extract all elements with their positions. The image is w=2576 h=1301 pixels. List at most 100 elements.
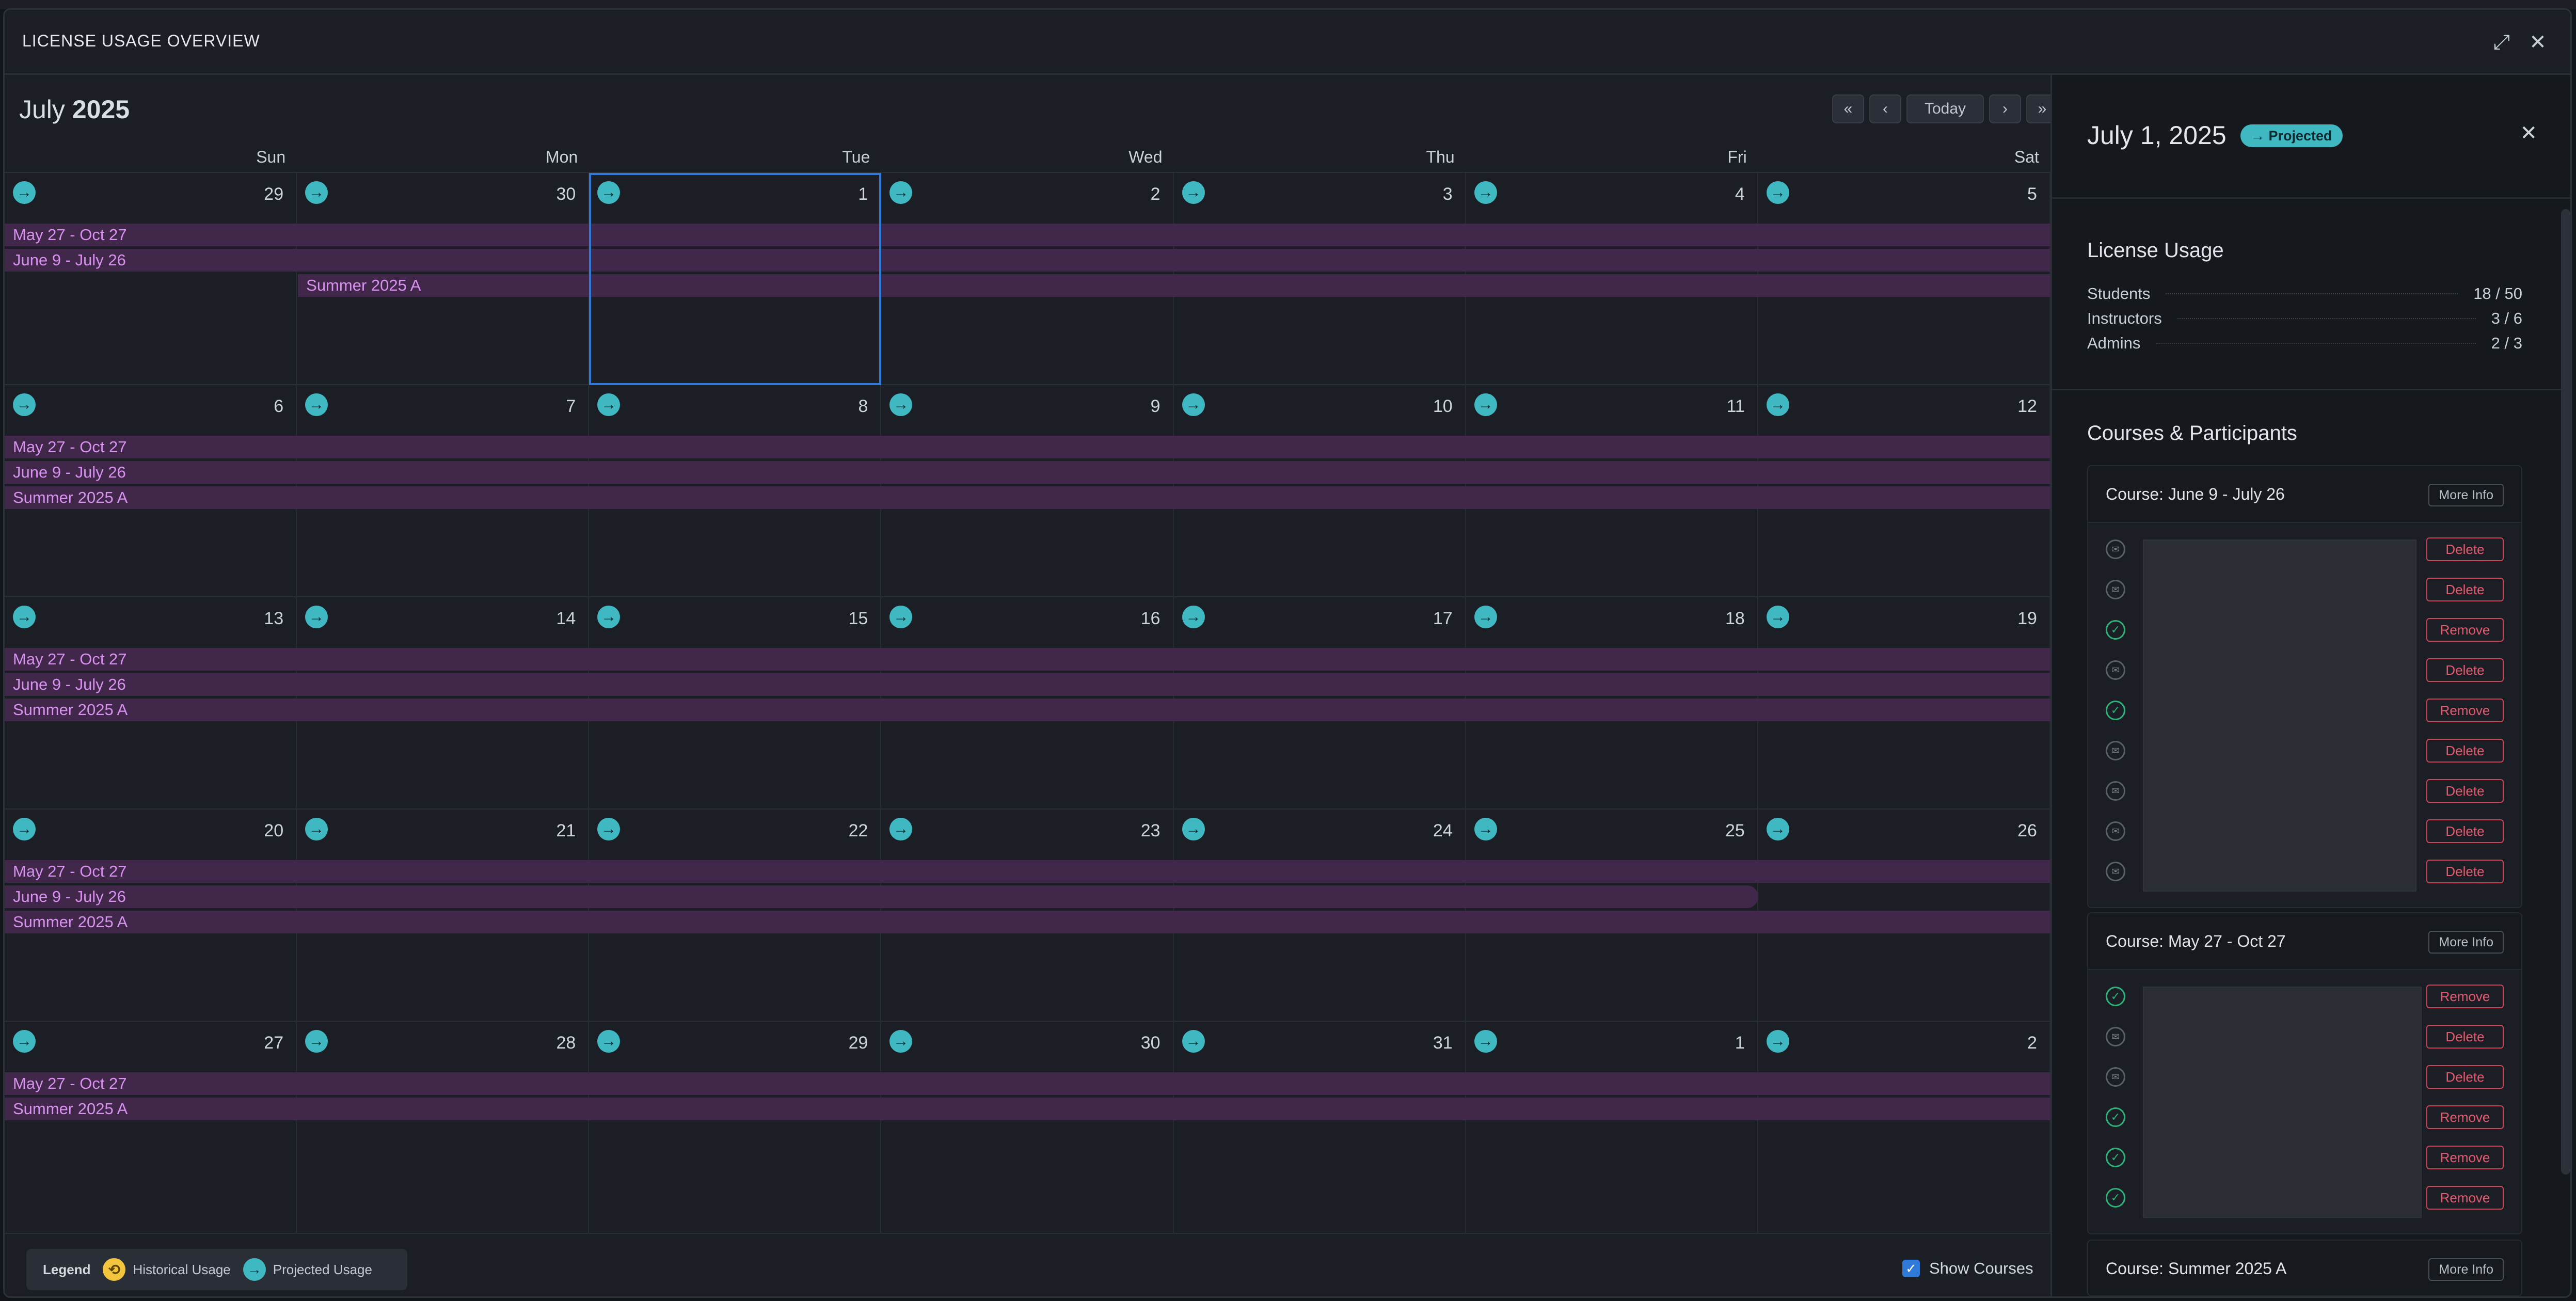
prev-page-button[interactable]: ‹ (1869, 94, 1901, 123)
projected-arrow-icon[interactable]: → (1182, 393, 1205, 416)
show-courses-toggle[interactable]: ✓ Show Courses (1902, 1259, 2033, 1278)
remove-participant-button[interactable]: Remove (2426, 618, 2504, 642)
expand-icon[interactable]: ⤢ (2489, 29, 2515, 55)
course-bar-june-july[interactable]: June 9 - July 26 (5, 249, 2050, 272)
course-title: Course: Summer 2025 A (2106, 1259, 2287, 1278)
course-bar-may-oct[interactable]: May 27 - Oct 27 (5, 224, 2050, 246)
calendar-day-cell[interactable]: → 29 (589, 1022, 882, 1234)
day-number: 18 (1725, 609, 1745, 628)
more-info-button[interactable]: More Info (2428, 484, 2504, 506)
mail-icon: ✉ (2106, 781, 2125, 801)
courses-title: Courses & Participants (2087, 422, 2297, 445)
next-page-button[interactable]: › (1989, 94, 2021, 123)
delete-participant-button[interactable]: Delete (2426, 658, 2504, 682)
projected-arrow-icon[interactable]: → (1474, 818, 1497, 840)
delete-participant-button[interactable]: Delete (2426, 537, 2504, 561)
projected-arrow-icon[interactable]: → (1766, 1030, 1789, 1053)
more-info-button[interactable]: More Info (2428, 1258, 2504, 1281)
projected-arrow-icon[interactable]: → (13, 1030, 36, 1053)
remove-participant-button[interactable]: Remove (2426, 1146, 2504, 1169)
calendar-day-cell[interactable]: → 1 (1466, 1022, 1758, 1234)
projected-arrow-icon[interactable]: → (1766, 818, 1789, 840)
course-bar-summer[interactable]: Summer 2025 A (5, 486, 2050, 509)
remove-participant-button[interactable]: Remove (2426, 1186, 2504, 1210)
panel-close-icon[interactable]: ✕ (2520, 121, 2537, 145)
projected-arrow-icon[interactable]: → (597, 393, 621, 416)
day-number: 6 (274, 396, 284, 416)
delete-participant-button[interactable]: Delete (2426, 860, 2504, 883)
course-card-header: Course: June 9 - July 26 More Info (2088, 466, 2521, 523)
modal-header: LICENSE USAGE OVERVIEW ⤢ ✕ (5, 10, 2570, 75)
projected-arrow-icon[interactable]: → (1182, 181, 1205, 204)
course-bar-may-oct[interactable]: May 27 - Oct 27 (5, 860, 2050, 883)
day-number: 30 (556, 184, 576, 204)
projected-arrow-icon[interactable]: → (1766, 393, 1789, 416)
remove-participant-button[interactable]: Remove (2426, 985, 2504, 1008)
delete-participant-button[interactable]: Delete (2426, 819, 2504, 843)
delete-participant-button[interactable]: Delete (2426, 779, 2504, 803)
projected-arrow-icon[interactable]: → (597, 818, 621, 840)
weekday-sat: Sat (2014, 148, 2039, 166)
projected-arrow-icon[interactable]: → (1182, 1030, 1205, 1053)
projected-arrow-icon[interactable]: → (1182, 818, 1205, 840)
projected-arrow-icon[interactable]: → (305, 818, 328, 840)
course-bar-summer[interactable]: Summer 2025 A (298, 274, 2050, 297)
projected-arrow-icon[interactable]: → (597, 181, 621, 204)
first-page-button[interactable]: « (1832, 94, 1864, 123)
delete-participant-button[interactable]: Delete (2426, 1065, 2504, 1089)
course-bar-summer[interactable]: Summer 2025 A (5, 1098, 2050, 1120)
projected-arrow-icon[interactable]: → (597, 606, 621, 628)
projected-arrow-icon[interactable]: → (13, 606, 36, 628)
remove-participant-button[interactable]: Remove (2426, 699, 2504, 722)
projected-arrow-icon[interactable]: → (13, 818, 36, 840)
delete-participant-button[interactable]: Delete (2426, 1025, 2504, 1049)
calendar-day-cell[interactable]: → 27 (5, 1022, 297, 1234)
calendar-day-cell[interactable]: → 29 (5, 173, 297, 385)
projected-arrow-icon[interactable]: → (1474, 1030, 1497, 1053)
course-bar-june-july[interactable]: June 9 - July 26 (5, 461, 2050, 484)
projected-arrow-icon[interactable]: → (1182, 606, 1205, 628)
projected-arrow-icon[interactable]: → (1474, 606, 1497, 628)
projected-arrow-icon[interactable]: → (305, 606, 328, 628)
projected-arrow-icon[interactable]: → (597, 1030, 621, 1053)
calendar-day-cell[interactable]: → 1 (589, 173, 882, 385)
projected-arrow-icon[interactable]: → (889, 818, 913, 840)
mail-icon: ✉ (2106, 580, 2125, 599)
projected-arrow-icon[interactable]: → (305, 181, 328, 204)
course-bar-june-july[interactable]: June 9 - July 26 (5, 885, 1758, 908)
calendar-day-cell[interactable]: → 2 (1758, 1022, 2050, 1234)
projected-arrow-icon[interactable]: → (889, 393, 913, 416)
projected-arrow-icon[interactable]: → (1766, 181, 1789, 204)
checkbox-checked-icon[interactable]: ✓ (1902, 1260, 1920, 1277)
projected-arrow-icon[interactable]: → (889, 1030, 913, 1053)
course-bar-may-oct[interactable]: May 27 - Oct 27 (5, 1072, 2050, 1095)
calendar-day-cell[interactable]: → 28 (297, 1022, 590, 1234)
calendar-day-cell[interactable]: → 30 (881, 1022, 1174, 1234)
projected-arrow-icon[interactable]: → (889, 181, 913, 204)
usage-value: 2 / 3 (2491, 334, 2522, 352)
check-circle-icon: ✓ (2106, 620, 2125, 640)
projected-arrow-icon[interactable]: → (1474, 181, 1497, 204)
course-bar-june-july[interactable]: June 9 - July 26 (5, 673, 2050, 696)
course-bar-summer[interactable]: Summer 2025 A (5, 911, 2050, 933)
today-button[interactable]: Today (1906, 94, 1984, 123)
divider (2052, 389, 2570, 390)
projected-arrow-icon[interactable]: → (13, 393, 36, 416)
projected-arrow-icon[interactable]: → (13, 181, 36, 204)
calendar-day-cell[interactable]: → 31 (1174, 1022, 1466, 1234)
course-bar-summer[interactable]: Summer 2025 A (5, 699, 2050, 721)
delete-participant-button[interactable]: Delete (2426, 578, 2504, 601)
projected-arrow-icon[interactable]: → (1766, 606, 1789, 628)
projected-arrow-icon[interactable]: → (1474, 393, 1497, 416)
course-bar-may-oct[interactable]: May 27 - Oct 27 (5, 436, 2050, 458)
course-card-header: Course: May 27 - Oct 27 More Info (2088, 913, 2521, 970)
remove-participant-button[interactable]: Remove (2426, 1105, 2504, 1129)
projected-arrow-icon[interactable]: → (305, 393, 328, 416)
panel-scrollbar[interactable] (2561, 209, 2570, 1175)
delete-participant-button[interactable]: Delete (2426, 739, 2504, 763)
projected-arrow-icon[interactable]: → (305, 1030, 328, 1053)
close-icon[interactable]: ✕ (2525, 29, 2551, 55)
course-bar-may-oct[interactable]: May 27 - Oct 27 (5, 648, 2050, 671)
more-info-button[interactable]: More Info (2428, 931, 2504, 954)
projected-arrow-icon[interactable]: → (889, 606, 913, 628)
